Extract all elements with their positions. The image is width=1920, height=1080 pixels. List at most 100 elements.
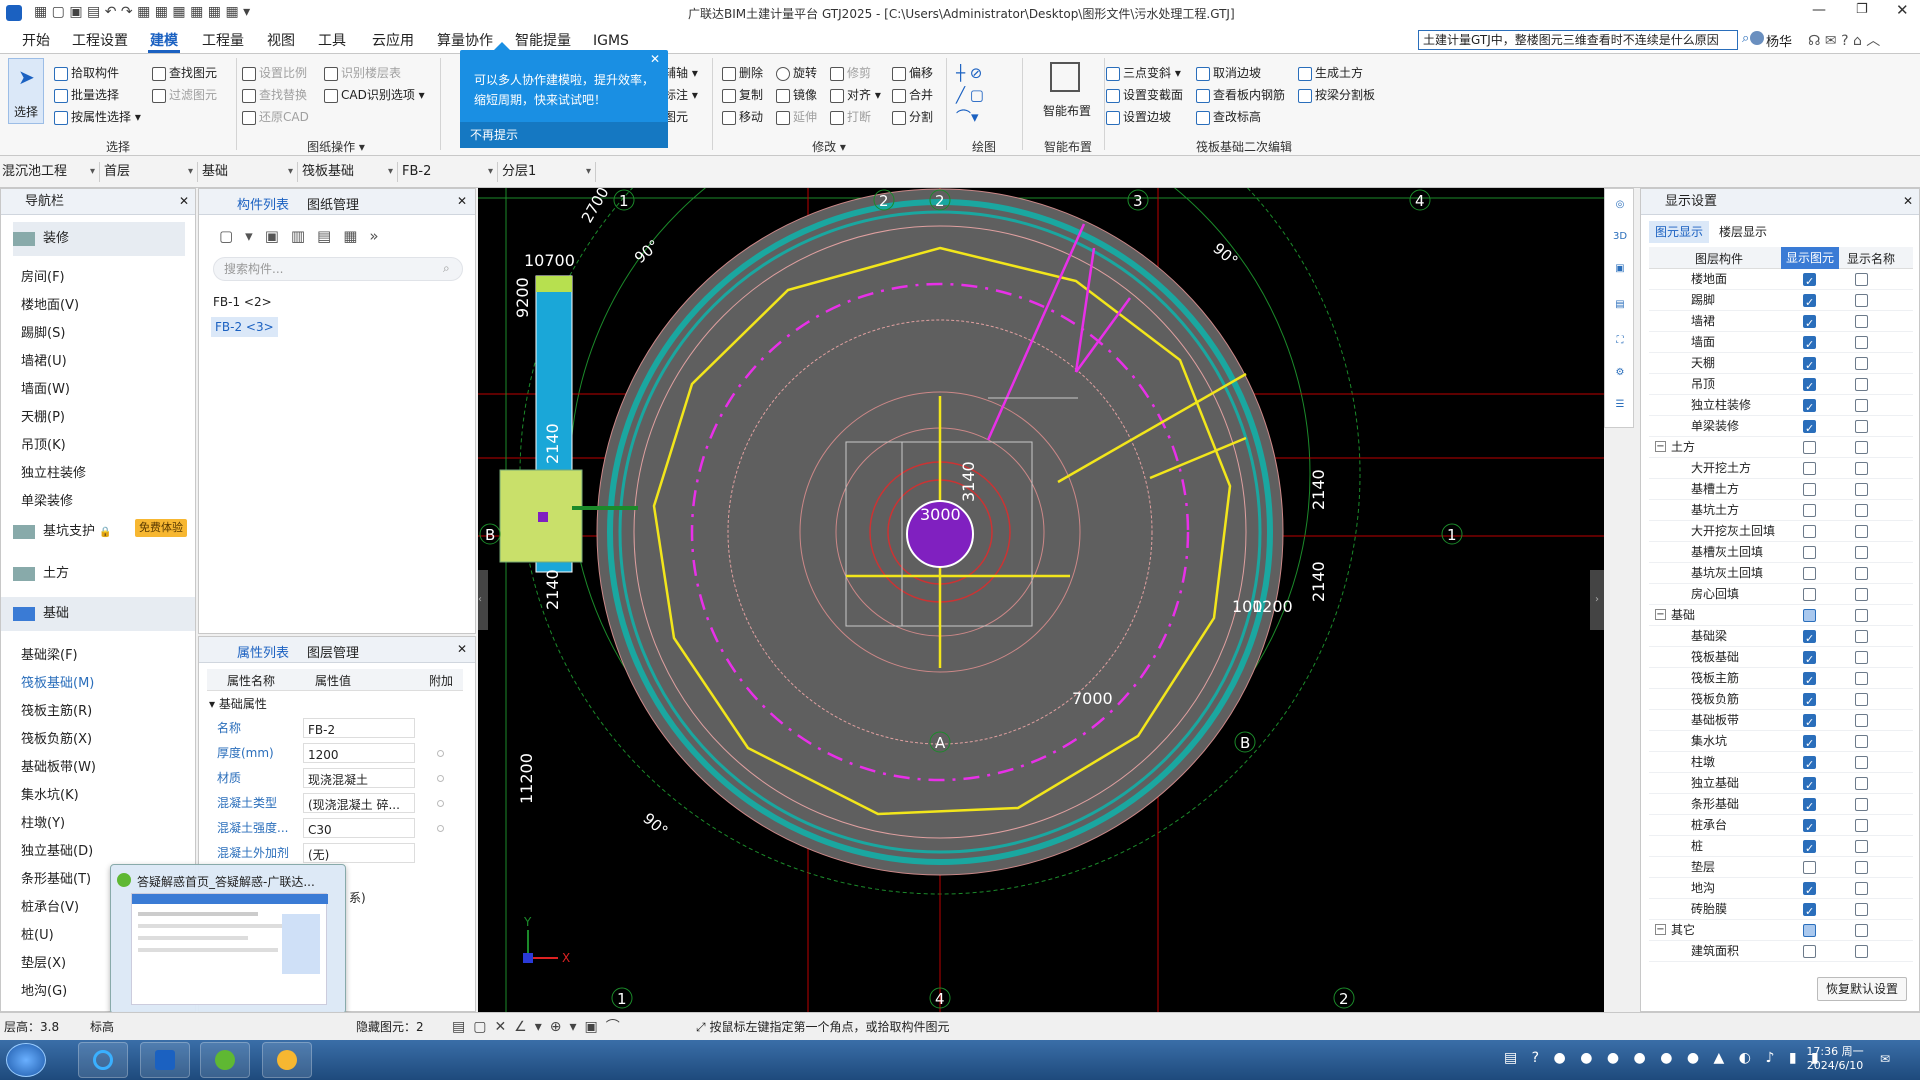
display-row[interactable]: 基础梁 xyxy=(1649,626,1913,649)
show-element-checkbox[interactable] xyxy=(1803,924,1816,937)
batch-select-button[interactable]: 批量选择 xyxy=(54,86,119,103)
show-name-checkbox[interactable] xyxy=(1855,735,1868,748)
tab-properties[interactable]: 属性列表 xyxy=(237,642,289,661)
tab-igms[interactable]: IGMS xyxy=(593,30,629,52)
nav-item[interactable]: 桩(U) xyxy=(21,924,54,943)
taskbar-app-cloud[interactable] xyxy=(262,1042,312,1078)
show-name-checkbox[interactable] xyxy=(1855,357,1868,370)
display-row[interactable]: 集水坑 xyxy=(1649,731,1913,754)
collapse-toggle-icon[interactable]: − xyxy=(1655,924,1666,935)
nav-item[interactable]: 踢脚(S) xyxy=(21,322,65,341)
nav-item[interactable]: 房间(F) xyxy=(21,266,65,285)
drawing-canvas[interactable]: 10700 9200 2140 2140 11200 2140 2140 314… xyxy=(478,188,1604,1012)
tab-quantity[interactable]: 工程量 xyxy=(202,30,244,52)
split-by-beam-button[interactable]: 按梁分割板 xyxy=(1298,86,1375,103)
break-button[interactable]: 打断 xyxy=(830,108,871,125)
tab-project-settings[interactable]: 工程设置 xyxy=(72,30,128,52)
nav-category-foundation[interactable]: 基础 xyxy=(1,597,195,631)
restore-button[interactable]: ❐ xyxy=(1856,2,1868,17)
show-element-checkbox[interactable] xyxy=(1803,691,1816,712)
display-row[interactable]: 桩承台 xyxy=(1649,815,1913,838)
nav-category-earth[interactable]: 土方 xyxy=(13,557,69,591)
display-row[interactable]: 筏板负筋 xyxy=(1649,689,1913,712)
taskbar-app-gtj[interactable] xyxy=(140,1042,190,1078)
tab-layers[interactable]: 图层管理 xyxy=(307,642,359,661)
display-row[interactable]: 大开挖土方 xyxy=(1649,458,1913,479)
show-name-checkbox[interactable] xyxy=(1855,651,1868,664)
generate-earth-button[interactable]: 生成土方 xyxy=(1298,64,1363,81)
cad-options-button[interactable]: CAD识别选项 ▾ xyxy=(324,86,425,103)
select-by-attribute-button[interactable]: 按属性选择 ▾ xyxy=(54,108,141,125)
nav-item[interactable]: 楼地面(V) xyxy=(21,294,79,313)
show-element-checkbox[interactable] xyxy=(1803,775,1816,796)
notification-icon[interactable]: ✉ xyxy=(1880,1052,1890,1066)
show-element-checkbox[interactable] xyxy=(1803,355,1816,376)
show-name-checkbox[interactable] xyxy=(1855,525,1868,538)
recognize-floor-table-button[interactable]: 识别楼层表 xyxy=(324,64,401,81)
mirror-button[interactable]: 镜像 xyxy=(776,86,817,103)
show-element-checkbox[interactable] xyxy=(1803,628,1816,649)
tab-floor-display[interactable]: 楼层显示 xyxy=(1711,221,1775,243)
show-name-checkbox[interactable] xyxy=(1855,672,1868,685)
component-select[interactable]: FB-2 xyxy=(400,162,498,182)
show-name-checkbox[interactable] xyxy=(1855,924,1868,937)
show-name-checkbox[interactable] xyxy=(1855,609,1868,622)
search-input[interactable]: 土建计量GTJ中，整楼图元三维查看时不连续是什么原因 xyxy=(1418,30,1738,50)
show-name-checkbox[interactable] xyxy=(1855,378,1868,391)
property-row[interactable]: 材质 现浇混凝土 xyxy=(211,767,459,789)
3d-view-icon[interactable]: 3D xyxy=(1605,231,1635,261)
display-row[interactable]: 墙面 xyxy=(1649,332,1913,355)
type-select[interactable]: 筏板基础 xyxy=(300,162,398,182)
aux-axis-button[interactable]: 辅轴 ▾ xyxy=(664,64,698,81)
show-element-checkbox[interactable] xyxy=(1803,880,1816,901)
show-name-checkbox[interactable] xyxy=(1855,798,1868,811)
show-name-checkbox[interactable] xyxy=(1855,483,1868,496)
show-element-checkbox[interactable] xyxy=(1803,733,1816,754)
clock[interactable]: 17:36 周一 2024/6/10 xyxy=(1800,1043,1870,1072)
show-element-checkbox[interactable] xyxy=(1803,901,1816,922)
show-name-checkbox[interactable] xyxy=(1855,819,1868,832)
display-row[interactable]: 地沟 xyxy=(1649,878,1913,901)
nav-item[interactable]: 桩承台(V) xyxy=(21,896,79,915)
show-element-checkbox[interactable] xyxy=(1803,754,1816,775)
find-element-button[interactable]: 查找图元 xyxy=(152,64,217,81)
tab-modeling[interactable]: 建模 xyxy=(150,30,178,52)
show-name-checkbox[interactable] xyxy=(1855,441,1868,454)
select-button[interactable]: ➤ 选择 xyxy=(8,58,44,124)
nav-item[interactable]: 基础梁(F) xyxy=(21,644,78,663)
snap-tools[interactable]: ▤▢✕∠▾⊕▾▣⌒ xyxy=(452,1016,628,1036)
show-element-checkbox[interactable] xyxy=(1803,397,1816,418)
display-row[interactable]: 条形基础 xyxy=(1649,794,1913,817)
layer-view-icon[interactable]: ▤ xyxy=(1605,299,1635,329)
display-row[interactable]: 独立柱装修 xyxy=(1649,395,1913,418)
property-row[interactable]: 混凝土强度... C30 xyxy=(211,817,459,839)
delete-button[interactable]: 删除 xyxy=(722,64,763,81)
nav-item-active[interactable]: 筏板基础(M) xyxy=(21,672,94,691)
show-element-checkbox[interactable] xyxy=(1803,313,1816,334)
display-row[interactable]: 砖胎膜 xyxy=(1649,899,1913,922)
free-trial-badge[interactable]: 免费体验 xyxy=(135,519,187,537)
nav-item[interactable]: 独立柱装修 xyxy=(21,462,86,481)
show-element-checkbox[interactable] xyxy=(1803,292,1816,313)
minimize-button[interactable]: — xyxy=(1812,2,1826,18)
tab-cloud[interactable]: 云应用 xyxy=(372,30,414,52)
show-element-checkbox[interactable] xyxy=(1803,483,1816,496)
show-element-checkbox[interactable] xyxy=(1803,418,1816,439)
merge-button[interactable]: 合并 xyxy=(892,86,933,103)
nav-item[interactable]: 垫层(X) xyxy=(21,952,66,971)
display-row[interactable]: 天棚 xyxy=(1649,353,1913,376)
set-section-button[interactable]: 设置变截面 xyxy=(1106,86,1183,103)
cad-drawing[interactable]: 10700 9200 2140 2140 11200 2140 2140 314… xyxy=(478,188,1604,1012)
nav-category-decor[interactable]: 装修 xyxy=(13,222,185,256)
component-item[interactable]: FB-1 <2> xyxy=(213,295,272,309)
component-toolbar[interactable]: ▢▾▣▥▤▦» xyxy=(219,227,391,245)
display-row[interactable]: 桩 xyxy=(1649,836,1913,859)
show-name-checkbox[interactable] xyxy=(1855,756,1868,769)
set-scale-button[interactable]: 设置比例 xyxy=(242,64,307,81)
tray-icons[interactable]: ▤ ? ● ● ● ● ● ● ▲ ◐ ♪ ▮ ▮ xyxy=(1504,1050,1824,1066)
view-cube-icon[interactable]: ◎ xyxy=(1605,199,1635,229)
display-row[interactable]: 基坑土方 xyxy=(1649,500,1913,521)
nav-item[interactable]: 筏板主筋(R) xyxy=(21,700,92,719)
tab-start[interactable]: 开始 xyxy=(22,30,50,52)
tooltip-close-icon[interactable]: ✕ xyxy=(650,52,660,66)
